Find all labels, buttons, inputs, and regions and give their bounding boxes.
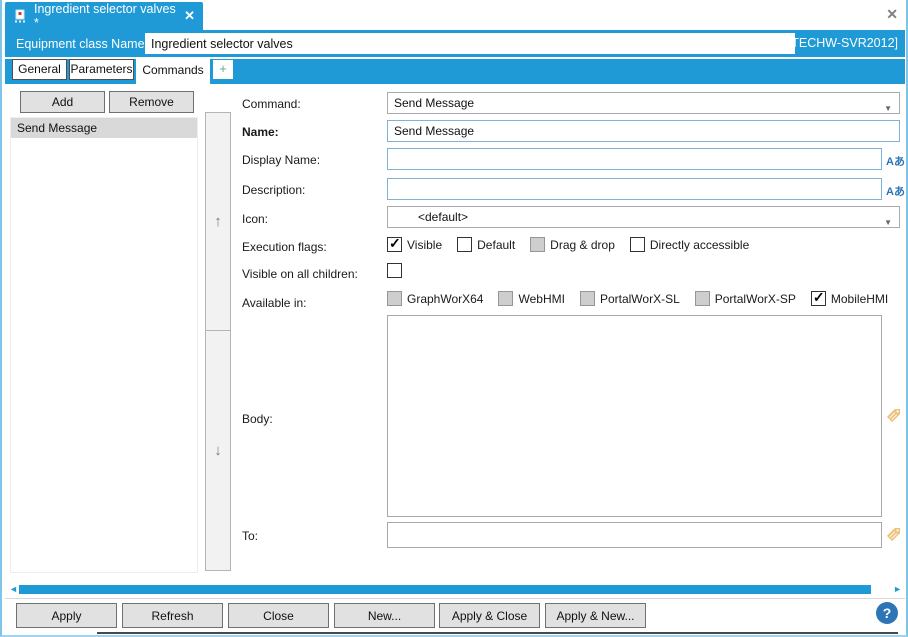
checkbox-visible-on-all-children[interactable] (387, 263, 407, 278)
down-arrow-icon: ↓ (214, 442, 222, 459)
available-in-row: GraphWorX64 WebHMI PortalWorX-SL PortalW… (387, 291, 903, 306)
tab-add-button[interactable]: + (213, 60, 233, 79)
refresh-button[interactable]: Refresh (122, 603, 223, 628)
horizontal-scrollbar-thumb[interactable] (19, 585, 871, 594)
display-name-input[interactable] (387, 148, 882, 170)
to-label: To: (242, 529, 258, 543)
close-button[interactable]: Close (228, 603, 329, 628)
apply-and-close-button[interactable]: Apply & Close (439, 603, 540, 628)
equipment-class-icon (13, 9, 27, 23)
checkbox-portalworx-sp[interactable]: PortalWorX-SP (695, 291, 796, 306)
apply-and-new-button[interactable]: Apply & New... (545, 603, 646, 628)
document-tab-title: Ingredient selector valves * (34, 2, 177, 30)
move-up-button[interactable]: ↑ (205, 112, 231, 331)
document-tab[interactable]: Ingredient selector valves * ✕ (5, 2, 203, 30)
equipment-class-name-input[interactable] (145, 33, 795, 54)
checkbox-default[interactable]: Default (457, 237, 515, 252)
icon-dropdown[interactable]: <default> ▼ (387, 206, 900, 228)
tag-icon[interactable] (886, 527, 901, 542)
description-label: Description: (242, 183, 305, 197)
list-item-send-message[interactable]: Send Message (11, 118, 197, 138)
checkbox-graphworx64[interactable]: GraphWorX64 (387, 291, 483, 306)
tab-general[interactable]: General (12, 59, 67, 80)
available-in-label: Available in: (242, 296, 307, 310)
name-label: Name: (242, 125, 279, 139)
command-label: Command: (242, 97, 301, 111)
check-icon: ✓ (813, 289, 825, 306)
tab-parameters[interactable]: Parameters (69, 59, 134, 80)
checkbox-visible[interactable]: ✓ Visible (387, 237, 442, 252)
checkbox-directly-accessible[interactable]: Directly accessible (630, 237, 749, 252)
checkbox-portalworx-sl[interactable]: PortalWorX-SL (580, 291, 680, 306)
name-input[interactable]: Send Message (387, 120, 900, 142)
icon-dropdown-value: <default> (418, 210, 468, 224)
remove-button[interactable]: Remove (109, 91, 194, 113)
pane-close-icon[interactable]: ✕ (886, 6, 898, 23)
icon-label: Icon: (242, 212, 268, 226)
tag-icon[interactable] (886, 408, 901, 423)
body-label: Body: (242, 412, 273, 426)
visible-on-all-children-label: Visible on all children: (242, 267, 358, 281)
scroll-right-icon[interactable]: ► (893, 584, 902, 594)
add-button[interactable]: Add (20, 91, 105, 113)
checkbox-drag-drop[interactable]: Drag & drop (530, 237, 615, 252)
body-textarea[interactable] (387, 315, 882, 517)
window-bottom-edge (97, 632, 898, 634)
checkbox-webhmi[interactable]: WebHMI (498, 291, 564, 306)
header-bar: Equipment class Name: [TECHW-SVR2012] (5, 30, 905, 57)
command-dropdown[interactable]: Send Message ▼ (387, 92, 900, 114)
horizontal-scrollbar[interactable]: ◄ ► (5, 583, 905, 596)
document-tab-close-icon[interactable]: ✕ (184, 8, 195, 24)
to-input[interactable] (387, 522, 882, 548)
equipment-class-editor-window: Ingredient selector valves * ✕ ✕ Equipme… (0, 0, 908, 637)
help-button[interactable]: ? (876, 602, 898, 624)
display-name-label: Display Name: (242, 153, 320, 167)
apply-button[interactable]: Apply (16, 603, 117, 628)
footer-bar: Apply Refresh Close New... Apply & Close… (5, 598, 905, 632)
localization-icon[interactable]: Aあ (886, 153, 905, 169)
command-dropdown-value: Send Message (394, 96, 474, 110)
chevron-down-icon: ▼ (884, 99, 892, 119)
tab-commands[interactable]: Commands (136, 58, 210, 84)
server-name: [TECHW-SVR2012] (788, 36, 898, 50)
localization-icon[interactable]: Aあ (886, 183, 905, 199)
equipment-class-name-label: Equipment class Name: (16, 37, 148, 51)
execution-flags-row: ✓ Visible Default Drag & drop Directly a… (387, 237, 764, 252)
chevron-down-icon: ▼ (884, 213, 892, 233)
new-button[interactable]: New... (334, 603, 435, 628)
scroll-left-icon[interactable]: ◄ (9, 584, 18, 594)
check-icon: ✓ (389, 235, 401, 252)
move-down-button[interactable]: ↓ (205, 330, 231, 571)
checkbox-mobilehmi[interactable]: ✓ MobileHMI (811, 291, 888, 306)
up-arrow-icon: ↑ (214, 213, 222, 230)
description-input[interactable] (387, 178, 882, 200)
execution-flags-label: Execution flags: (242, 240, 327, 254)
commands-list: Send Message (10, 117, 198, 573)
